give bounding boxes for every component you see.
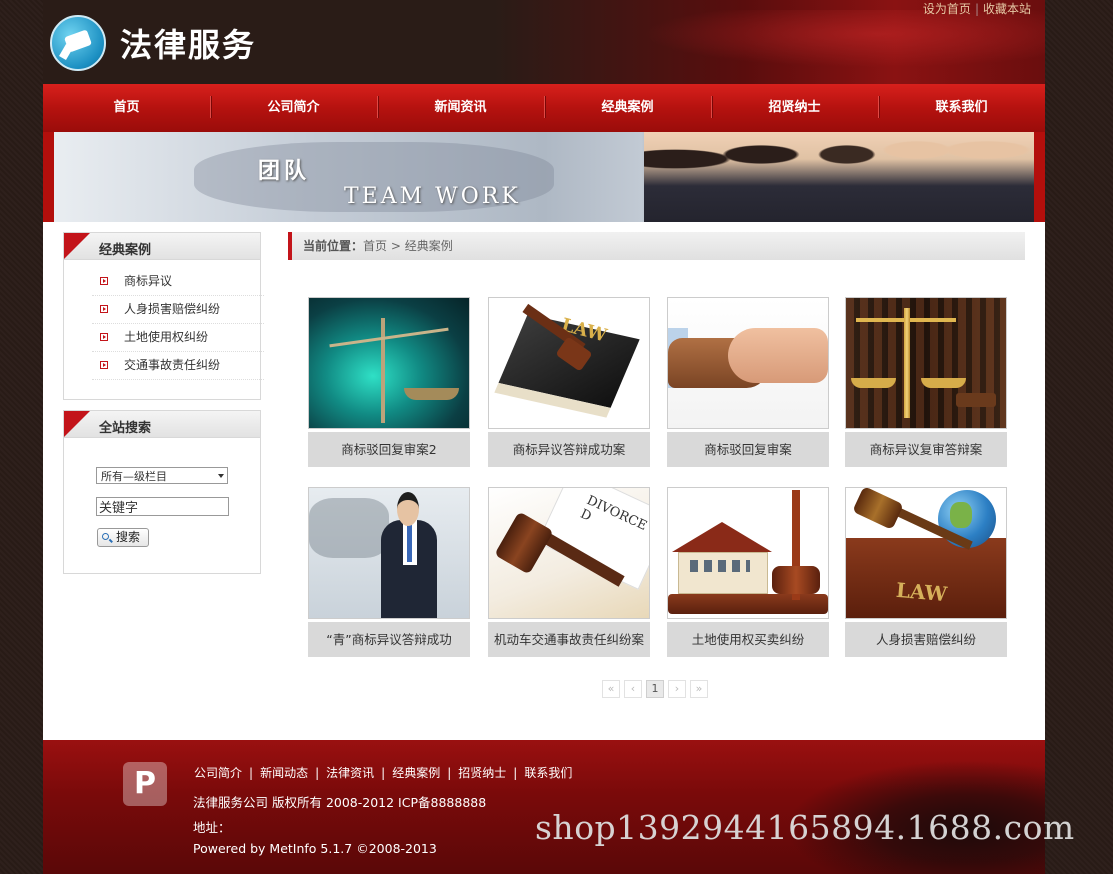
bullet-icon (100, 277, 108, 285)
case-card[interactable]: 商标驳回复审案 (667, 297, 829, 467)
sidebar-item-land-use[interactable]: 土地使用权纠纷 (92, 324, 264, 352)
banner-title-cn: 团队 (258, 159, 311, 184)
main-nav: 首页 公司简介 新闻资讯 经典案例 招贤纳士 联系我们 (43, 84, 1045, 132)
case-caption[interactable]: 人身损害赔偿纠纷 (845, 622, 1007, 657)
footer-link-news[interactable]: 新闻动态 (260, 766, 308, 780)
sidebar-search-title: 全站搜索 (99, 421, 152, 436)
sidebar-item-traffic[interactable]: 交通事故责任纠纷 (92, 352, 264, 380)
footer-logo: P (123, 762, 167, 806)
footer-link-jobs[interactable]: 招贤纳士 (458, 766, 506, 780)
banner-image (54, 132, 1034, 222)
case-card[interactable]: 商标驳回复审案2 (308, 297, 470, 467)
bullet-icon (100, 361, 108, 369)
case-caption[interactable]: “青”商标异议答辩成功 (308, 622, 470, 657)
nav-item-cases[interactable]: 经典案例 (544, 84, 711, 132)
bullet-icon (100, 305, 108, 313)
sidebar-item-label: 人身损害赔偿纠纷 (124, 302, 221, 316)
page-current[interactable]: 1 (646, 680, 664, 698)
nav-item-jobs[interactable]: 招贤纳士 (711, 84, 878, 132)
case-card[interactable]: DIVORCE D 机动车交通事故责任纠纷案 (488, 487, 650, 657)
nav-item-contact[interactable]: 联系我们 (878, 84, 1045, 132)
case-image-scales[interactable] (308, 297, 470, 429)
set-homepage-link[interactable]: 设为首页 (923, 2, 971, 16)
case-card[interactable]: LAW 商标异议答辩成功案 (488, 297, 650, 467)
case-image-gold-scales[interactable] (845, 297, 1007, 429)
law-book-text: LAW (895, 577, 948, 607)
page-first-button[interactable]: « (602, 680, 620, 698)
breadcrumb-label: 当前位置： (303, 239, 364, 253)
case-caption[interactable]: 商标驳回复审案2 (308, 432, 470, 467)
top-links: 设为首页 | 收藏本站 (922, 2, 1031, 16)
case-image-law-book[interactable]: LAW (488, 297, 650, 429)
pagination: « ‹ 1 › » (602, 680, 708, 698)
banner (43, 132, 1045, 222)
search-category-select[interactable]: 所有—级栏目 (96, 467, 228, 484)
footer-links: 公司简介 | 新闻动态 | 法律资讯 | 经典案例 | 招贤纳士 | 联系我们 (194, 766, 573, 780)
sidebar-cases-box: 经典案例 商标异议 人身损害赔偿纠纷 土地使用权纠纷 交通事故责任纠纷 (63, 232, 264, 400)
footer-powered-by[interactable]: Powered by MetInfo 5.1.7 ©2008-2013 (193, 841, 437, 856)
content-area: 经典案例 商标异议 人身损害赔偿纠纷 土地使用权纠纷 交通事故责任纠纷 全站搜索… (43, 222, 1045, 740)
nav-item-home[interactable]: 首页 (43, 84, 210, 132)
case-card[interactable]: 土地使用权买卖纠纷 (667, 487, 829, 657)
footer-copyright: 法律服务公司 版权所有 2008-2012 ICP备8888888 (193, 795, 487, 810)
case-caption[interactable]: 机动车交通事故责任纠纷案 (488, 622, 650, 657)
page-next-button[interactable]: › (668, 680, 686, 698)
logo-gavel-icon[interactable] (50, 15, 106, 71)
sidebar-item-label: 商标异议 (124, 274, 173, 288)
bookmark-link[interactable]: 收藏本站 (983, 2, 1031, 16)
footer: P 公司简介 | 新闻动态 | 法律资讯 | 经典案例 | 招贤纳士 | 联系我们 法律服务公司 版… (43, 740, 1045, 874)
sidebar-cases-header: 经典案例 (64, 233, 260, 260)
page-last-button[interactable]: » (690, 680, 708, 698)
case-image-businessman[interactable] (308, 487, 470, 619)
case-card[interactable]: “青”商标异议答辩成功 (308, 487, 470, 657)
breadcrumb-current: > 经典案例 (387, 239, 453, 253)
nav-item-about[interactable]: 公司简介 (210, 84, 377, 132)
sidebar-search-header: 全站搜索 (64, 411, 260, 438)
search-button-label: 搜索 (116, 530, 141, 544)
case-card[interactable]: LAW 人身损害赔偿纠纷 (845, 487, 1007, 657)
sidebar-item-personal-injury[interactable]: 人身损害赔偿纠纷 (92, 296, 264, 324)
case-image-handshake[interactable] (667, 297, 829, 429)
search-input[interactable] (96, 497, 229, 516)
sidebar-cases-title: 经典案例 (99, 243, 152, 258)
search-button[interactable]: 搜索 (97, 528, 149, 547)
sidebar-search-box: 全站搜索 所有—级栏目 搜索 (63, 410, 261, 574)
case-image-divorce-gavel[interactable]: DIVORCE D (488, 487, 650, 619)
breadcrumb: 当前位置：首页 > 经典案例 (288, 232, 1025, 260)
sidebar-item-label: 土地使用权纠纷 (124, 330, 209, 344)
case-card[interactable]: 商标异议复审答辩案 (845, 297, 1007, 467)
case-image-globe-law[interactable]: LAW (845, 487, 1007, 619)
case-caption[interactable]: 商标异议答辩成功案 (488, 432, 650, 467)
banner-title-en: TEAM WORK (344, 184, 521, 209)
footer-address: 地址： (193, 820, 231, 835)
select-value: 所有—级栏目 (101, 470, 167, 483)
sidebar-item-trademark[interactable]: 商标异议 (92, 268, 264, 296)
bullet-icon (100, 333, 108, 341)
nav-item-news[interactable]: 新闻资讯 (377, 84, 544, 132)
footer-link-contact[interactable]: 联系我们 (524, 766, 572, 780)
page-prev-button[interactable]: ‹ (624, 680, 642, 698)
sidebar-item-label: 交通事故责任纠纷 (124, 358, 221, 372)
case-image-house-gavel[interactable] (667, 487, 829, 619)
breadcrumb-home-link[interactable]: 首页 (363, 239, 387, 253)
footer-link-cases[interactable]: 经典案例 (392, 766, 440, 780)
case-caption[interactable]: 商标异议复审答辩案 (845, 432, 1007, 467)
search-icon (102, 533, 109, 540)
chevron-down-icon (218, 474, 224, 478)
footer-link-about[interactable]: 公司简介 (194, 766, 242, 780)
site-logo-text[interactable]: 法律服务 (120, 20, 256, 66)
shop-watermark: shop1392944165894.1688.com (535, 808, 1075, 847)
case-caption[interactable]: 商标驳回复审案 (667, 432, 829, 467)
case-caption[interactable]: 土地使用权买卖纠纷 (667, 622, 829, 657)
footer-link-legal[interactable]: 法律资讯 (326, 766, 374, 780)
